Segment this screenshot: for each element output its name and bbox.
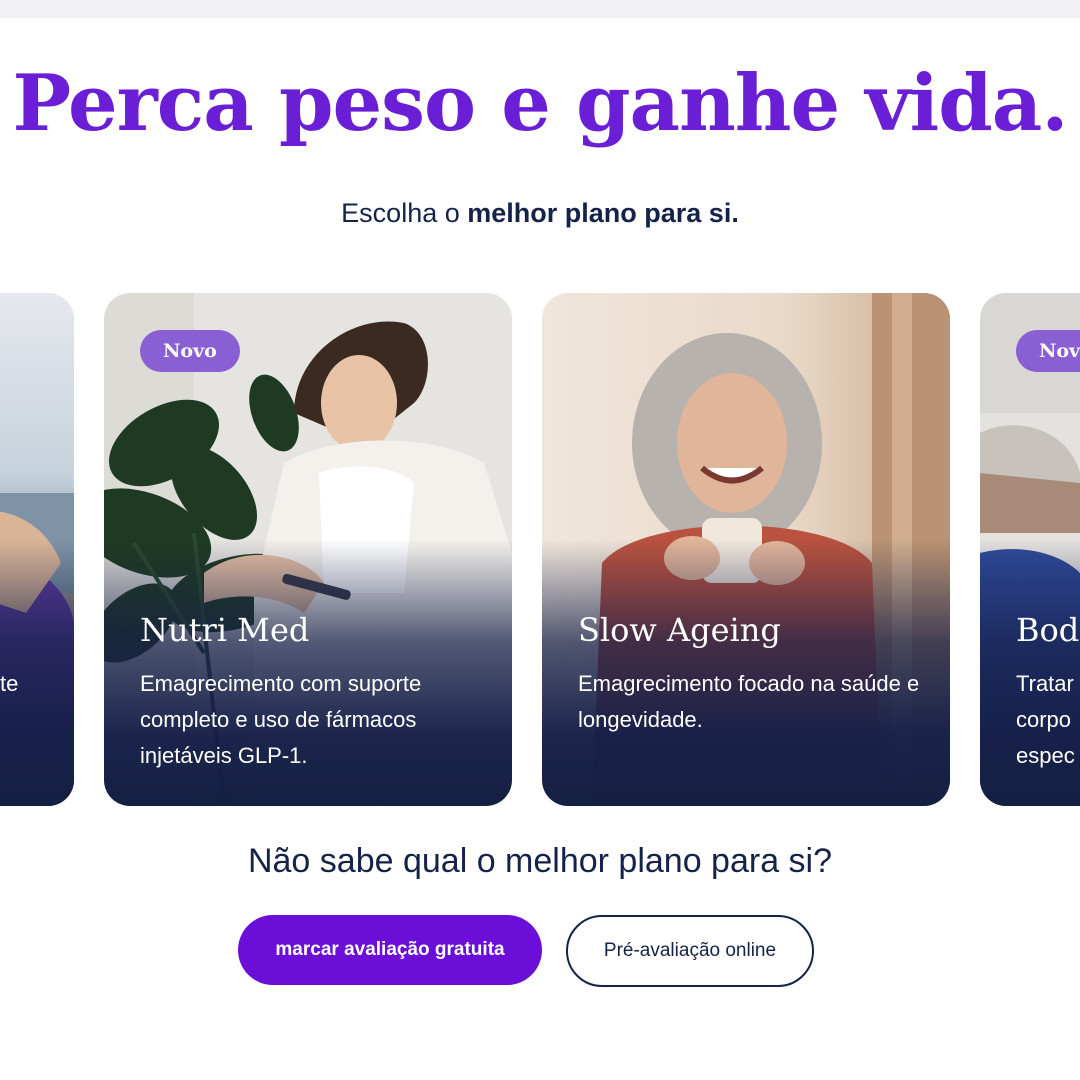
plan-title: Bod xyxy=(1016,611,1080,649)
plan-title: Nutri Med xyxy=(140,611,310,649)
plan-description-fragment: te xyxy=(0,671,19,696)
plan-card-partial-right[interactable]: Nov Bod Tratar corpo espec xyxy=(980,293,1080,806)
plan-description: Tratar corpo espec xyxy=(1016,666,1080,774)
plan-card-nutri-med[interactable]: Novo Nutri Med Emagrecimento com suporte… xyxy=(104,293,512,806)
book-free-assessment-button[interactable]: marcar avaliação gratuita xyxy=(238,915,542,985)
card-overlay xyxy=(0,293,74,806)
plan-description: Emagrecimento com suporte completo e uso… xyxy=(140,671,422,768)
subheadline-emphasis: melhor plano para si. xyxy=(467,198,739,228)
plan-description-line: Tratar xyxy=(1016,671,1074,696)
new-badge: Nov xyxy=(1016,330,1080,372)
subheadline-prefix: Escolha o xyxy=(341,198,468,228)
plan-card-partial-left[interactable]: te xyxy=(0,293,74,806)
page-subheadline: Escolha o melhor plano para si. xyxy=(0,198,1080,229)
plan-description-line: corpo xyxy=(1016,707,1072,732)
plans-carousel[interactable]: te Novo Nutri Med Emagrecimento com supo… xyxy=(0,293,1080,807)
page-headline: Perca peso e ganhe vida. xyxy=(12,58,1069,149)
online-pre-assessment-button[interactable]: Pré-avaliação online xyxy=(566,915,814,987)
plan-title: Slow Ageing xyxy=(578,611,781,649)
plan-description: Emagrecimento focado na saúde e longevid… xyxy=(578,671,920,732)
help-question: Não sabe qual o melhor plano para si? xyxy=(247,842,833,880)
plan-card-slow-ageing[interactable]: Slow Ageing Emagrecimento focado na saúd… xyxy=(542,293,950,806)
top-bar xyxy=(0,0,1080,18)
new-badge: Novo xyxy=(140,330,240,372)
plan-description-line: espec xyxy=(1016,743,1075,768)
